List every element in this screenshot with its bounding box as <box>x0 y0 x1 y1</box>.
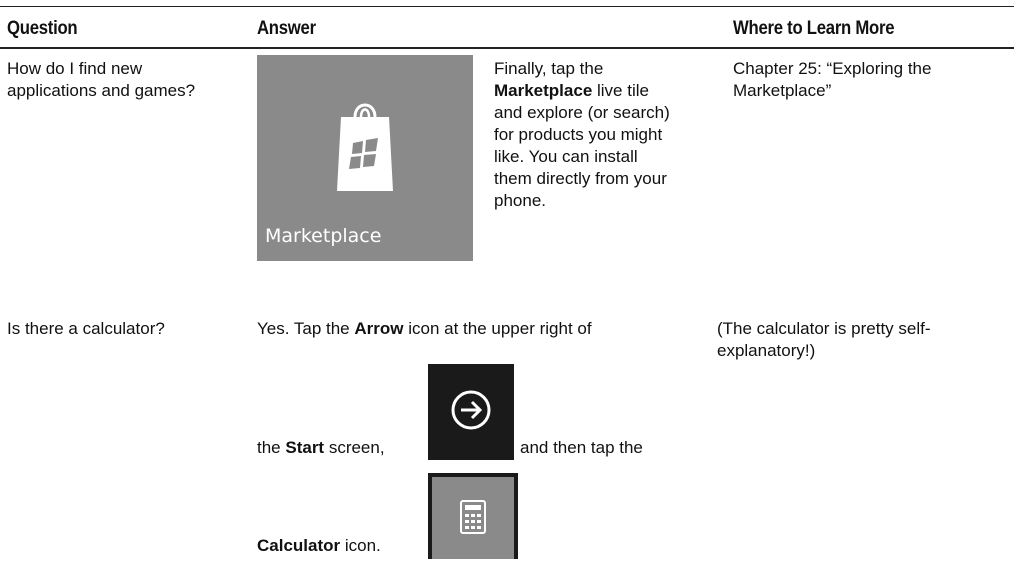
marketplace-tile-label: Marketplace <box>265 225 382 247</box>
row2-line2-pre: the <box>257 438 286 457</box>
calculator-tile <box>428 473 518 559</box>
arrow-tile <box>428 364 514 460</box>
row1-answer-text-pre: Finally, tap the <box>494 59 604 78</box>
row2-learn-more: (The calculator is pretty self-explanato… <box>717 319 931 360</box>
row2-answer-line3: Calculator icon. <box>257 535 381 557</box>
row1-question: How do I find new applications and games… <box>7 59 196 100</box>
row2-line2-after: and then tap the <box>520 438 643 457</box>
row1-learn-more: Chapter 25: “Exploring the Marketplace” <box>733 59 932 100</box>
row2-line3-post: icon. <box>340 536 381 555</box>
row2-calculator-bold: Calculator <box>257 536 341 555</box>
header-answer: Answer <box>257 18 316 39</box>
row2-line2-post: screen, <box>324 438 385 457</box>
row2-answer-line1: Yes. Tap the Arrow icon at the upper rig… <box>257 318 592 340</box>
row1-answer: Finally, tap the Marketplace live tile a… <box>494 58 674 212</box>
calculator-tile-face <box>432 477 514 559</box>
row2-line1-post: icon at the upper right of <box>403 319 592 338</box>
table-top-rule <box>0 6 1014 7</box>
header-rule <box>0 47 1014 49</box>
row2-answer-line2: the Start screen, <box>257 437 385 459</box>
header-where-to-learn-more: Where to Learn More <box>733 18 895 39</box>
row2-line1-pre: Yes. Tap the <box>257 319 355 338</box>
row2-arrow-bold: Arrow <box>354 319 404 338</box>
row1-answer-text-post: live tile and explore (or search) for pr… <box>494 81 670 210</box>
row2-start-bold: Start <box>285 438 325 457</box>
row1-answer-marketplace-bold: Marketplace <box>494 81 593 100</box>
header-question: Question <box>7 18 78 39</box>
arrow-circle-icon <box>451 390 491 430</box>
row2-question: Is there a calculator? <box>7 319 165 338</box>
marketplace-tile: Marketplace <box>257 55 473 261</box>
calculator-icon <box>460 500 486 534</box>
